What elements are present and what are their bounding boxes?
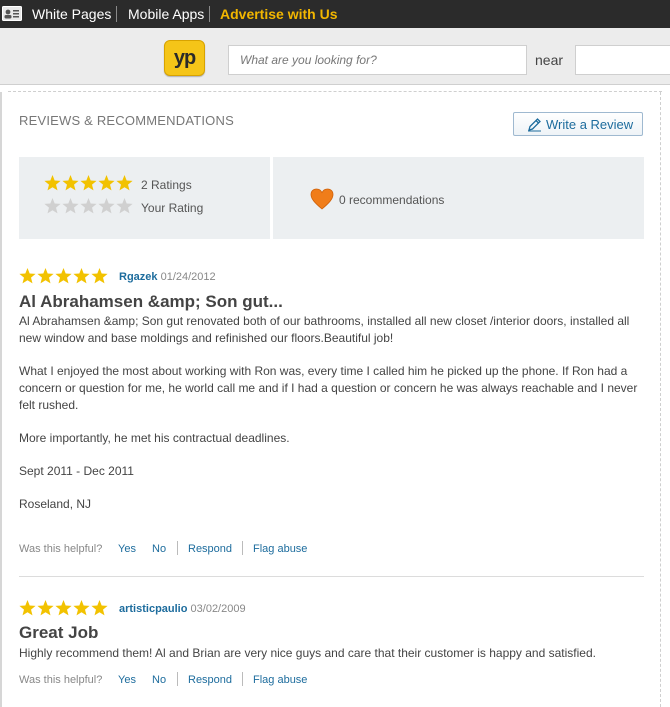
- rating-summary: 2 Ratings Your Rating 0 recommendations: [19, 157, 644, 239]
- star-filled-icon: [55, 268, 72, 284]
- review-stars: [19, 268, 108, 284]
- star-filled-icon: [62, 175, 79, 191]
- ratings-panel: 2 Ratings Your Rating: [19, 157, 270, 239]
- helpful-separator: [177, 672, 178, 686]
- helpful-yes-link[interactable]: Yes: [118, 543, 136, 555]
- near-label: near: [535, 52, 564, 68]
- nav-separator: [116, 6, 117, 22]
- write-review-button[interactable]: Write a Review: [513, 112, 643, 136]
- review-body: Al Abrahamsen &amp; Son gut renovated bo…: [19, 313, 639, 529]
- helpful-bar: Was this helpful? Yes No Respond Flag ab…: [19, 541, 307, 555]
- helpful-separator: [242, 672, 243, 686]
- section-title: REVIEWS & RECOMMENDATIONS: [19, 113, 234, 128]
- left-border: [0, 92, 2, 707]
- star-empty-icon[interactable]: [62, 198, 79, 214]
- respond-link[interactable]: Respond: [188, 543, 232, 555]
- recommendations-count: 0 recommendations: [339, 193, 445, 207]
- star-filled-icon: [37, 600, 54, 616]
- top-divider: [8, 91, 662, 92]
- advertise-link[interactable]: Advertise with Us: [220, 6, 337, 22]
- star-filled-icon: [19, 268, 36, 284]
- helpful-bar: Was this helpful? Yes No Respond Flag ab…: [19, 672, 307, 686]
- star-filled-icon: [73, 600, 90, 616]
- review-paragraph: Highly recommend them! Al and Brian are …: [19, 646, 596, 660]
- top-nav-bar: White Pages Mobile Apps Advertise with U…: [0, 0, 670, 28]
- write-review-label: Write a Review: [546, 117, 634, 132]
- star-filled-icon: [91, 268, 108, 284]
- review-author[interactable]: artisticpaulio: [119, 603, 187, 615]
- star-filled-icon: [116, 175, 133, 191]
- your-rating-label: Your Rating: [141, 201, 204, 215]
- star-filled-icon: [80, 175, 97, 191]
- white-pages-link[interactable]: White Pages: [32, 6, 111, 22]
- review-stars: [19, 600, 108, 616]
- star-empty-icon[interactable]: [44, 198, 61, 214]
- heart-icon[interactable]: [310, 188, 334, 210]
- helpful-label: Was this helpful?: [19, 543, 103, 555]
- reviews-content: REVIEWS & RECOMMENDATIONS Write a Review…: [0, 86, 670, 707]
- right-border: [660, 92, 661, 707]
- contact-card-icon: [2, 6, 22, 21]
- helpful-separator: [177, 541, 178, 555]
- star-filled-icon: [91, 600, 108, 616]
- mobile-apps-link[interactable]: Mobile Apps: [128, 6, 204, 22]
- search-header: yp What are you looking for? near: [0, 28, 670, 85]
- review-date: 01/24/2012: [160, 271, 216, 283]
- helpful-label: Was this helpful?: [19, 674, 103, 686]
- review-author-line: Rgazek 01/24/2012: [119, 271, 216, 283]
- nav-separator: [209, 6, 210, 22]
- star-filled-icon: [73, 268, 90, 284]
- recommendations-panel: 0 recommendations: [273, 157, 644, 239]
- star-filled-icon: [55, 600, 72, 616]
- star-filled-icon: [37, 268, 54, 284]
- star-filled-icon: [98, 175, 115, 191]
- logo-text: yp: [173, 47, 196, 69]
- flag-abuse-link[interactable]: Flag abuse: [253, 543, 307, 555]
- flag-abuse-link[interactable]: Flag abuse: [253, 674, 307, 686]
- search-input[interactable]: What are you looking for?: [228, 45, 527, 75]
- helpful-no-link[interactable]: No: [152, 543, 166, 555]
- star-filled-icon: [19, 600, 36, 616]
- location-input[interactable]: [575, 45, 670, 75]
- review-paragraph: More importantly, he met his contractual…: [19, 431, 290, 445]
- review-paragraph: Roseland, NJ: [19, 497, 92, 511]
- helpful-separator: [242, 541, 243, 555]
- yp-logo[interactable]: yp: [164, 40, 205, 76]
- star-empty-icon[interactable]: [98, 198, 115, 214]
- helpful-yes-link[interactable]: Yes: [118, 674, 136, 686]
- your-rating-stars[interactable]: [44, 198, 134, 216]
- review-author[interactable]: Rgazek: [119, 271, 158, 283]
- pencil-icon: [528, 118, 541, 132]
- review-date: 03/02/2009: [190, 603, 246, 615]
- review-author-line: artisticpaulio 03/02/2009: [119, 603, 246, 615]
- review-paragraph: Al Abrahamsen &amp; Son gut renovated bo…: [19, 314, 630, 345]
- ratings-count: 2 Ratings: [141, 178, 192, 192]
- review-paragraph: Sept 2011 - Dec 2011: [19, 464, 134, 478]
- review-title: Great Job: [19, 623, 99, 642]
- review-body: Highly recommend them! Al and Brian are …: [19, 645, 639, 678]
- respond-link[interactable]: Respond: [188, 674, 232, 686]
- review-paragraph: What I enjoyed the most about working wi…: [19, 364, 638, 412]
- helpful-no-link[interactable]: No: [152, 674, 166, 686]
- average-rating-stars: [44, 175, 133, 191]
- star-empty-icon[interactable]: [80, 198, 97, 214]
- star-empty-icon[interactable]: [116, 198, 133, 214]
- review-title: Al Abrahamsen &amp; Son gut...: [19, 292, 283, 311]
- review-divider: [19, 576, 644, 577]
- star-filled-icon: [44, 175, 61, 191]
